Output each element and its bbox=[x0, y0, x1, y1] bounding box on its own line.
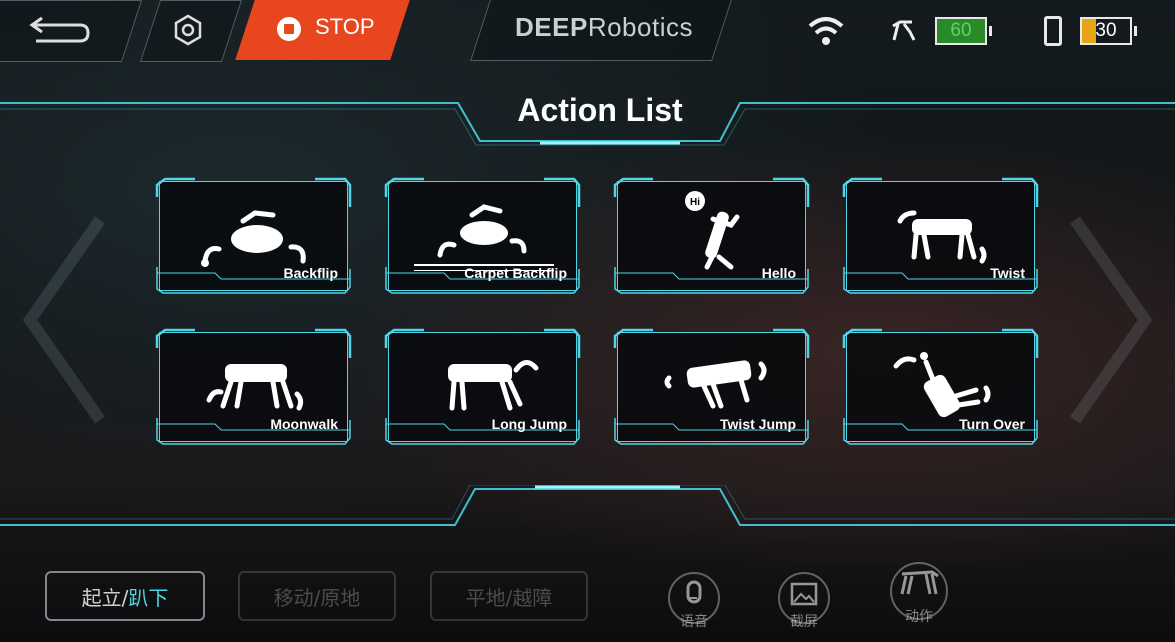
action-label: 动作 bbox=[905, 609, 933, 625]
bottom-frame bbox=[0, 485, 1175, 526]
move-label: 移动/原地 bbox=[273, 585, 361, 610]
action-card-long-jump[interactable]: Long Jump bbox=[384, 328, 581, 446]
logo-bold: DEEP bbox=[515, 12, 588, 42]
action-label: Hello bbox=[761, 265, 796, 281]
moonwalk-icon bbox=[206, 364, 304, 411]
back-icon[interactable] bbox=[28, 14, 94, 46]
voice-label: 语音 bbox=[680, 614, 708, 630]
action-card-carpet-backflip[interactable]: Carpet Backflip bbox=[384, 177, 581, 295]
long-jump-icon bbox=[448, 360, 539, 411]
terrain-button[interactable]: 平地/越障 bbox=[430, 571, 588, 621]
wifi-icon bbox=[808, 17, 844, 45]
move-stationary-button[interactable]: 移动/原地 bbox=[238, 571, 396, 621]
robot-dog-icon bbox=[900, 570, 939, 595]
action-label: Carpet Backflip bbox=[464, 265, 567, 281]
action-card-twist-jump[interactable]: Twist Jump bbox=[613, 328, 810, 446]
deeprobotics-logo: DEEPRobotics bbox=[515, 12, 693, 43]
right-chevron-decoration bbox=[1070, 216, 1153, 424]
robot-dog-icon bbox=[892, 20, 916, 41]
action-card-turn-over[interactable]: Turn Over bbox=[842, 328, 1039, 446]
action-label: Backflip bbox=[283, 265, 338, 281]
screenshot-label: 截屏 bbox=[790, 614, 818, 630]
action-label: Moonwalk bbox=[270, 416, 338, 432]
robot-battery-value: 60 bbox=[950, 20, 972, 41]
action-card-hello[interactable]: Hi Hello bbox=[613, 177, 810, 295]
phone-icon bbox=[1044, 16, 1062, 46]
robot-battery: 60 bbox=[935, 17, 987, 45]
turn-over-icon bbox=[893, 352, 991, 418]
page-title: Action List bbox=[517, 92, 683, 128]
top-bar: STOP DEEPRobotics 60 30 bbox=[0, 0, 1175, 62]
left-chevron-decoration bbox=[22, 216, 105, 424]
stop-label: STOP bbox=[315, 14, 375, 39]
backflip-icon bbox=[201, 210, 306, 267]
lie-label: 趴下 bbox=[128, 585, 169, 610]
action-card-moonwalk[interactable]: Moonwalk bbox=[155, 328, 352, 446]
phone-battery-tip bbox=[1134, 26, 1137, 36]
carpet-backflip-icon bbox=[414, 204, 554, 271]
stop-button[interactable]: STOP bbox=[235, 0, 410, 60]
twist-jump-icon bbox=[664, 360, 767, 409]
terrain-label: 平地/越障 bbox=[465, 585, 553, 610]
logo-regular: Robotics bbox=[587, 12, 693, 42]
hello-icon: Hi bbox=[685, 191, 740, 270]
stand-label: 起立/ bbox=[81, 585, 129, 610]
stop-icon bbox=[277, 17, 301, 41]
robot-battery-tip bbox=[989, 26, 992, 36]
phone-battery-value: 30 bbox=[1095, 20, 1117, 41]
action-card-twist[interactable]: Twist bbox=[842, 177, 1039, 295]
twist-icon bbox=[897, 210, 987, 264]
stand-lie-button[interactable]: 起立/趴下 bbox=[45, 571, 205, 621]
phone-battery: 30 bbox=[1080, 17, 1132, 45]
settings-icon[interactable] bbox=[172, 14, 204, 46]
action-label: Twist Jump bbox=[720, 416, 796, 432]
action-card-backflip[interactable]: Backflip bbox=[155, 177, 352, 295]
svg-text:Hi: Hi bbox=[690, 197, 700, 208]
action-label: Long Jump bbox=[491, 416, 567, 432]
